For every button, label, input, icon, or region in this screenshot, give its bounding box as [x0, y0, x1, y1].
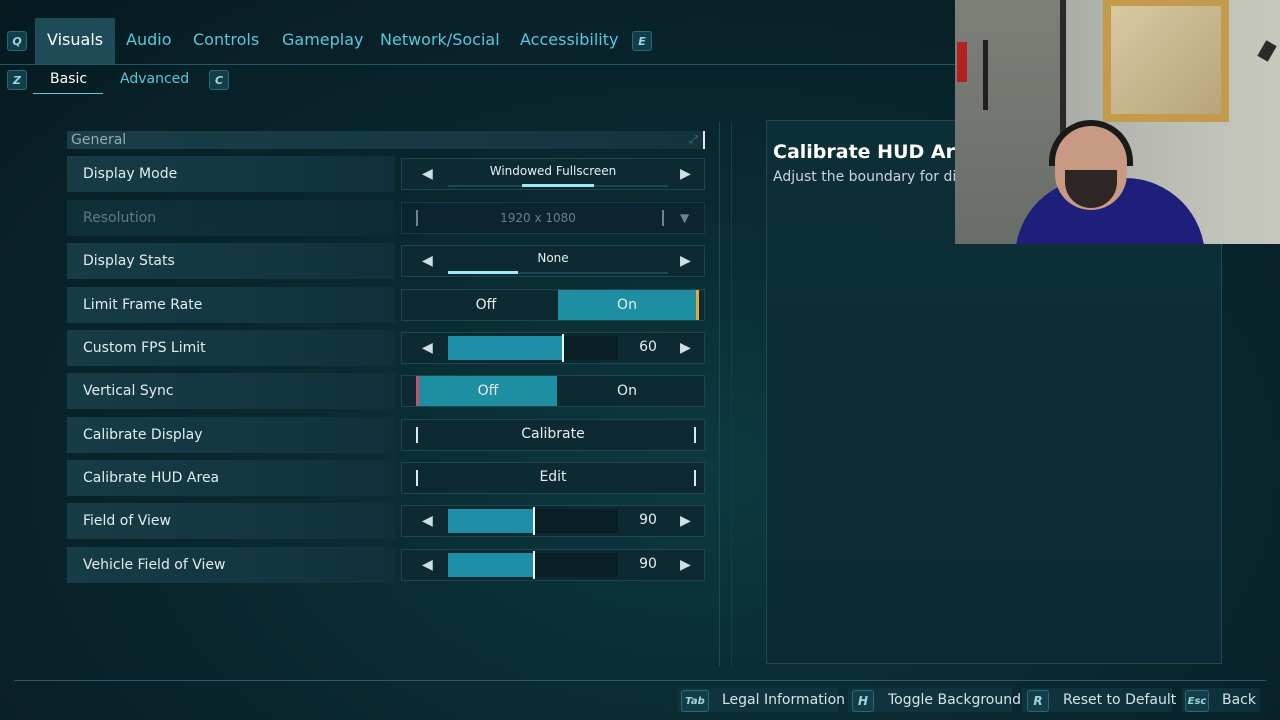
tab-audio[interactable]: Audio	[126, 18, 171, 64]
section-title: General	[71, 132, 127, 148]
resolution-value: 1920 x 1080	[500, 211, 576, 225]
toggle-on-option[interactable]: On	[558, 376, 696, 406]
back-label: Back	[1222, 692, 1256, 708]
webcam-overlay	[955, 0, 1280, 244]
edge-mark	[694, 427, 696, 443]
slider-value: 90	[639, 512, 657, 528]
esc-key-hint: Esc	[1185, 690, 1209, 712]
collapse-icon[interactable]: ⤢	[689, 133, 698, 147]
arrow-left-icon[interactable]: ◀	[422, 557, 433, 573]
setting-label: Calibrate Display	[83, 427, 203, 443]
webcam-red-object	[957, 42, 967, 82]
setting-label: Resolution	[83, 210, 157, 226]
c-key-hint[interactable]: C	[209, 70, 229, 90]
subtab-basic[interactable]: Basic	[50, 71, 87, 87]
option-indicator	[448, 271, 518, 274]
toggle-off-option[interactable]: Off	[416, 376, 557, 406]
edge-mark	[662, 210, 664, 226]
webcam-picture	[1111, 6, 1221, 114]
arrow-right-icon[interactable]: ▶	[680, 166, 691, 182]
setting-label: Calibrate HUD Area	[83, 470, 220, 486]
tab-network-social[interactable]: Network/Social	[380, 18, 500, 64]
display-stats-selector[interactable]: ◀ None ▶	[401, 245, 705, 277]
arrow-right-icon[interactable]: ▶	[680, 340, 691, 356]
toggle-off-option[interactable]: Off	[414, 290, 558, 320]
chevron-down-icon: ▼	[680, 211, 690, 225]
reset-to-default-label: Reset to Default	[1063, 692, 1177, 708]
bottom-divider	[14, 680, 1266, 681]
option-indicator	[522, 184, 594, 187]
button-label: Calibrate	[521, 426, 585, 442]
arrow-right-icon[interactable]: ▶	[680, 557, 691, 573]
limit-frame-rate-toggle[interactable]: Off On	[401, 289, 705, 321]
display-mode-value: Windowed Fullscreen	[489, 164, 617, 178]
webcam-knife	[983, 40, 988, 110]
slider-handle[interactable]	[533, 507, 535, 535]
resolution-dropdown: 1920 x 1080 ▼	[401, 202, 705, 234]
button-label: Edit	[539, 469, 567, 485]
tab-divider	[0, 64, 955, 65]
info-title: Calibrate HUD Area	[773, 141, 981, 163]
custom-fps-slider[interactable]: ◀ 60 ▶	[401, 332, 705, 364]
toggle-background-label: Toggle Background	[888, 692, 1021, 708]
toggle-on-option[interactable]: On	[558, 290, 699, 320]
z-key-hint[interactable]: Z	[7, 70, 27, 90]
display-stats-value: None	[537, 251, 569, 265]
tab-gameplay[interactable]: Gameplay	[282, 18, 364, 64]
vsync-toggle[interactable]: Off On	[401, 375, 705, 407]
e-key-hint[interactable]: E	[632, 31, 652, 51]
setting-label: Field of View	[83, 513, 171, 529]
panel-divider	[731, 122, 732, 666]
slider-fill	[448, 509, 533, 533]
calibrate-hud-button[interactable]: Edit	[401, 462, 705, 494]
section-cap	[703, 131, 705, 149]
setting-label: Vehicle Field of View	[83, 557, 226, 573]
calibrate-display-button[interactable]: Calibrate	[401, 419, 705, 451]
tab-visuals[interactable]: Visuals	[35, 18, 116, 64]
slider-handle[interactable]	[562, 334, 564, 362]
setting-label: Display Stats	[83, 253, 175, 269]
slider-value: 90	[639, 556, 657, 572]
tab-accessibility[interactable]: Accessibility	[520, 18, 618, 64]
tab-controls[interactable]: Controls	[193, 18, 259, 64]
subtab-underline	[33, 93, 103, 94]
info-description: Adjust the boundary for dis	[773, 169, 964, 185]
slider-value: 60	[639, 339, 657, 355]
slider-fill	[448, 336, 562, 360]
setting-label: Vertical Sync	[83, 383, 174, 399]
legal-information-label: Legal Information	[722, 692, 846, 708]
tab-key-hint: Tab	[681, 690, 709, 712]
arrow-right-icon[interactable]: ▶	[680, 253, 691, 269]
webcam-clip	[1257, 40, 1277, 62]
subtab-advanced[interactable]: Advanced	[120, 71, 189, 87]
section-header-bar	[67, 131, 705, 149]
edge-mark	[694, 470, 696, 486]
slider-fill	[448, 553, 533, 577]
q-key-hint[interactable]: Q	[7, 31, 27, 51]
arrow-left-icon[interactable]: ◀	[422, 340, 433, 356]
panel-divider	[719, 122, 720, 666]
setting-label: Limit Frame Rate	[83, 297, 203, 313]
display-mode-selector[interactable]: ◀ Windowed Fullscreen ▶	[401, 158, 705, 190]
slider-handle[interactable]	[533, 551, 535, 579]
h-key-hint: H	[852, 690, 874, 712]
arrow-right-icon[interactable]: ▶	[680, 513, 691, 529]
setting-label: Custom FPS Limit	[83, 340, 206, 356]
vehicle-fov-slider[interactable]: ◀ 90 ▶	[401, 549, 705, 581]
setting-label: Display Mode	[83, 166, 178, 182]
arrow-left-icon[interactable]: ◀	[422, 513, 433, 529]
fov-slider[interactable]: ◀ 90 ▶	[401, 505, 705, 537]
r-key-hint: R	[1027, 690, 1049, 712]
